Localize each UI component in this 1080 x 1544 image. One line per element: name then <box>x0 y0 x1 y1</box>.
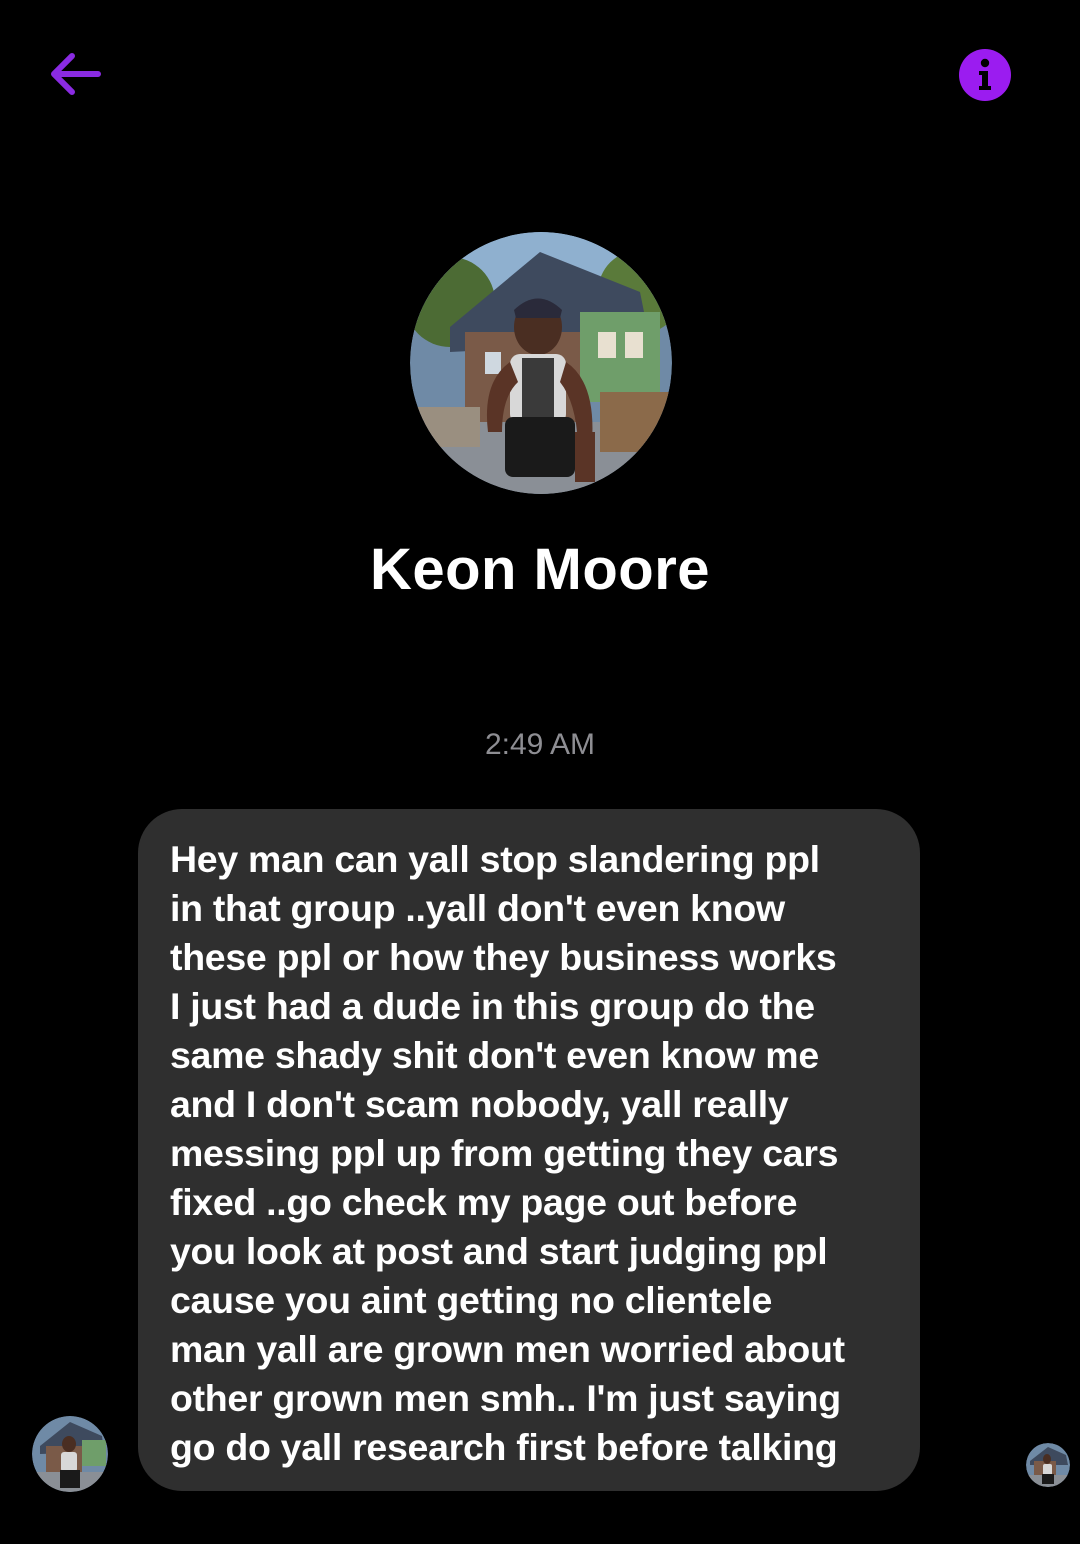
back-button[interactable] <box>40 44 108 104</box>
profile-name: Keon Moore <box>369 537 711 602</box>
arrow-left-icon <box>51 53 101 95</box>
info-circle-icon <box>959 49 1011 101</box>
message-timestamp: 2:49 AM <box>484 728 596 761</box>
info-button[interactable] <box>958 48 1012 102</box>
read-receipt-photo <box>1026 1443 1070 1487</box>
profile-photo <box>410 232 672 494</box>
profile-avatar[interactable] <box>410 232 672 494</box>
message-bubble[interactable]: Hey man can yall stop slandering ppl in … <box>138 809 920 1491</box>
sender-photo <box>32 1416 108 1492</box>
sender-avatar[interactable] <box>32 1416 108 1492</box>
message-text: Hey man can yall stop slandering ppl in … <box>170 838 845 1468</box>
read-receipt-avatar <box>1026 1443 1070 1487</box>
